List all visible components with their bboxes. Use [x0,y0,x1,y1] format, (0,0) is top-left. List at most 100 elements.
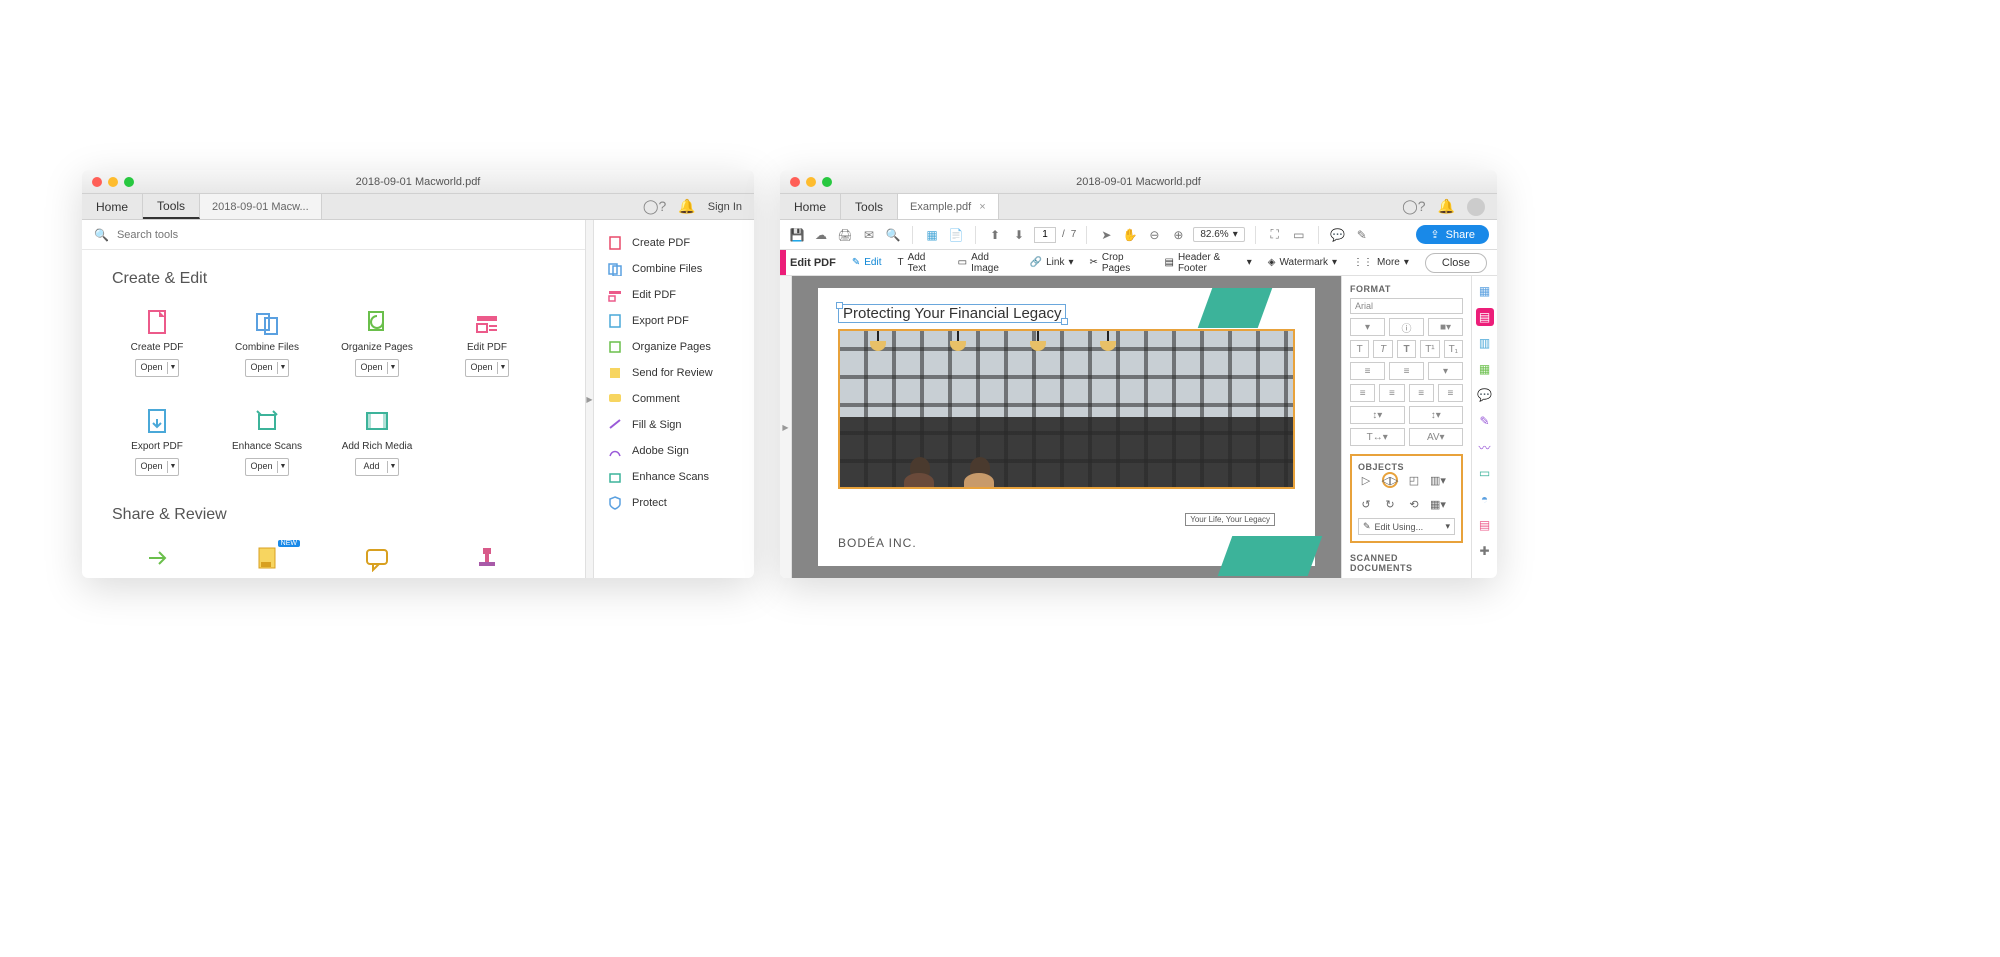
tool-b-icon[interactable]: 📄 [947,226,965,244]
list-opts[interactable]: ▾ [1428,362,1463,380]
tool-send-for-review[interactable]: NEWSend for Review [222,544,312,578]
flip-v-icon[interactable]: ◁▷ [1382,472,1398,488]
tool-share[interactable]: Share [112,544,202,578]
rotate-r-icon[interactable]: ↻ [1382,496,1398,512]
spacing-2[interactable]: ↕▾ [1409,406,1464,424]
align-j[interactable]: ≡ [1438,384,1463,402]
color-select[interactable]: ■▾ [1428,318,1463,336]
page-up-icon[interactable]: ⬆ [986,226,1004,244]
doc-tab[interactable]: 2018-09-01 Macw... [200,194,322,219]
size-select[interactable]: ▾ [1350,318,1385,336]
search-input[interactable] [117,229,573,241]
rt-enhance-icon[interactable]: ▭ [1476,464,1494,482]
open-dropdown[interactable]: Open▼ [465,359,509,377]
more-btn[interactable]: ⋮⋮More▾ [1353,252,1409,274]
add-dropdown[interactable]: Add▼ [355,458,399,476]
tab-home[interactable]: Home [780,194,841,219]
link-btn[interactable]: 🔗Link▾ [1030,252,1074,274]
side-organize-pages[interactable]: Organize Pages [594,334,754,360]
maximize-dot[interactable] [822,177,832,187]
crop-obj-icon[interactable]: ◰ [1406,472,1422,488]
align-l[interactable]: ≡ [1350,384,1375,402]
rt-more-icon[interactable]: ✚ [1476,542,1494,560]
side-create-pdf[interactable]: Create PDF [594,230,754,256]
settings-link[interactable]: ⚙Settings [1350,577,1463,578]
font-select[interactable]: Arial [1350,298,1463,314]
tab-tools[interactable]: Tools [841,194,898,219]
zoom-in-icon[interactable]: ⊕ [1169,226,1187,244]
page-down-icon[interactable]: ⬇ [1010,226,1028,244]
tool-organize-pages[interactable]: Organize PagesOpen▼ [332,308,422,377]
side-send-for-review[interactable]: Send for Review [594,360,754,386]
tool-comment[interactable]: Comment [332,544,422,578]
flip-h-icon[interactable]: ▷ [1358,472,1374,488]
mail-icon[interactable]: ✉ [860,226,878,244]
tool-combine-files[interactable]: Combine FilesOpen▼ [222,308,312,377]
tool-edit-pdf[interactable]: Edit PDFOpen▼ [442,308,532,377]
arrange-icon[interactable]: ▥▾ [1430,472,1446,488]
t-italic[interactable]: T [1373,340,1392,358]
share-button[interactable]: ⇪Share [1416,225,1489,244]
add-image-btn[interactable]: ▭Add Image [958,252,1014,274]
align-r[interactable]: ≡ [1409,384,1434,402]
rt-edit-icon[interactable]: ▤ [1476,308,1494,326]
bell-icon[interactable]: 🔔 [678,198,695,215]
side-adobe-sign[interactable]: Adobe Sign [594,438,754,464]
rt-organize-icon[interactable]: ▦ [1476,360,1494,378]
zoom-select[interactable]: 82.6%▾ [1193,227,1244,242]
doc-tab[interactable]: Example.pdf× [898,194,999,219]
t-btn[interactable]: T [1350,340,1369,358]
crop-btn[interactable]: ✂Crop Pages [1089,252,1148,274]
edit-using-select[interactable]: ✎Edit Using...▾ [1358,518,1455,535]
rt-comment-icon[interactable]: 💬 [1476,386,1494,404]
rt-create-icon[interactable]: ▦ [1476,282,1494,300]
rt-sign-icon[interactable]: 〰 [1476,438,1494,456]
help-icon[interactable]: ◯? [643,198,666,215]
hand-icon[interactable]: ✋ [1121,226,1139,244]
watermark-btn[interactable]: ◈Watermark▾ [1268,252,1337,274]
rt-export-icon[interactable]: ▥ [1476,334,1494,352]
info-btn[interactable]: ⓘ [1389,318,1424,336]
add-text-btn[interactable]: TAdd Text [897,252,941,274]
side-protect[interactable]: Protect [594,490,754,516]
side-combine-files[interactable]: Combine Files [594,256,754,282]
side-fill-sign[interactable]: Fill & Sign [594,412,754,438]
tab-home[interactable]: Home [82,194,143,219]
minimize-dot[interactable] [806,177,816,187]
page-number-input[interactable] [1034,227,1056,243]
open-dropdown[interactable]: Open▼ [135,458,179,476]
edit-btn[interactable]: ✎Edit [852,252,882,274]
hscale[interactable]: T↔▾ [1350,428,1405,446]
tool-a-icon[interactable]: ▦ [923,226,941,244]
close-button[interactable]: Close [1425,253,1487,273]
tool-enhance-scans[interactable]: Enhance ScansOpen▼ [222,407,312,476]
minimize-dot[interactable] [108,177,118,187]
rotate-l-icon[interactable]: ↺ [1358,496,1374,512]
rt-protect-icon[interactable]: ◓ [1476,490,1494,508]
print-icon[interactable]: 🖨 [836,226,854,244]
tool-export-pdf[interactable]: Export PDFOpen▼ [112,407,202,476]
spacing-1[interactable]: ↕▾ [1350,406,1405,424]
tab-tools[interactable]: Tools [143,194,200,219]
highlight-icon[interactable]: ✎ [1353,226,1371,244]
kerning[interactable]: AV▾ [1409,428,1464,446]
open-dropdown[interactable]: Open▼ [135,359,179,377]
t-sup[interactable]: T¹ [1420,340,1439,358]
close-dot[interactable] [790,177,800,187]
collapse-handle[interactable]: ▶ [586,220,594,578]
align-c[interactable]: ≡ [1379,384,1404,402]
side-edit-pdf[interactable]: Edit PDF [594,282,754,308]
search-icon[interactable]: 🔍 [884,226,902,244]
t-bold[interactable]: T [1397,340,1416,358]
tool-add-rich-media[interactable]: Add Rich MediaAdd▼ [332,407,422,476]
zoom-out-icon[interactable]: ⊖ [1145,226,1163,244]
tool-create-pdf[interactable]: Create PDFOpen▼ [112,308,202,377]
open-dropdown[interactable]: Open▼ [245,359,289,377]
rt-fill-icon[interactable]: ✎ [1476,412,1494,430]
replace-icon[interactable]: ⟲ [1406,496,1422,512]
help-icon[interactable]: ◯? [1402,198,1425,215]
fit-icon[interactable]: ⛶ [1266,226,1284,244]
list-bullet[interactable]: ≡ [1350,362,1385,380]
save-icon[interactable]: 💾 [788,226,806,244]
selected-image[interactable] [838,329,1295,489]
